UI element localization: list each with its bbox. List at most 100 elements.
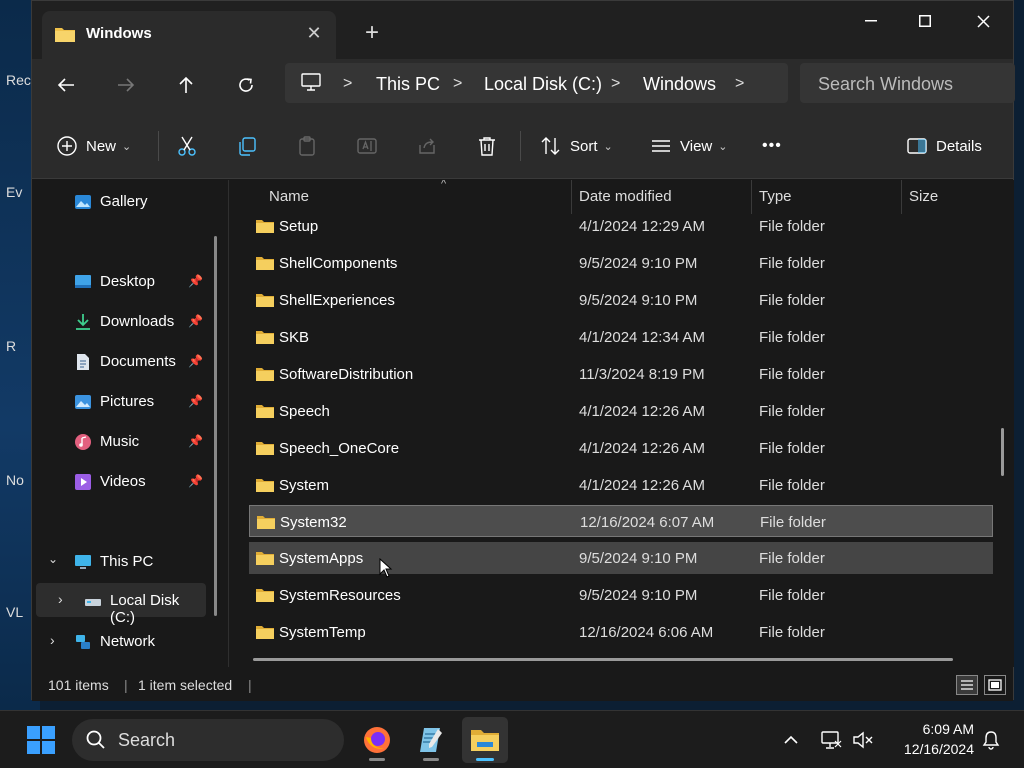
- start-button[interactable]: [18, 717, 64, 763]
- sidebar-item-pictures[interactable]: Pictures 📌: [32, 384, 206, 418]
- pin-icon[interactable]: 📌: [188, 474, 203, 488]
- horizontal-scrollbar-thumb[interactable]: [253, 658, 953, 661]
- system-clock[interactable]: 6:09 AM 12/16/2024: [886, 719, 974, 759]
- sidebar-item-documents[interactable]: Documents 📌: [32, 344, 206, 378]
- file-row[interactable]: ShellExperiences 9/5/2024 9:10 PM File f…: [249, 284, 993, 316]
- item-count: 101 items: [48, 677, 109, 693]
- file-row-selected[interactable]: System32 12/16/2024 6:07 AM File folder: [249, 505, 993, 537]
- details-view-button[interactable]: [956, 675, 978, 695]
- breadcrumb-chevron-icon[interactable]: >: [735, 75, 744, 93]
- file-name: ShellExperiences: [279, 292, 395, 309]
- column-header-date[interactable]: Date modified: [579, 188, 672, 205]
- file-row[interactable]: Speech_OneCore 4/1/2024 12:26 AM File fo…: [249, 432, 993, 464]
- navigation-pane: Gallery Desktop 📌 Downloads 📌 Documents …: [32, 180, 228, 667]
- share-button[interactable]: [416, 131, 446, 161]
- sidebar-item-videos[interactable]: Videos 📌: [32, 464, 206, 498]
- pin-icon[interactable]: 📌: [188, 314, 203, 328]
- breadcrumb-windows[interactable]: Windows: [643, 74, 716, 95]
- chevron-right-icon[interactable]: ›: [50, 632, 55, 648]
- breadcrumb-chevron-icon[interactable]: >: [611, 75, 620, 93]
- sidebar-item-music[interactable]: Music 📌: [32, 424, 206, 458]
- search-input[interactable]: Search Windows: [818, 74, 953, 95]
- file-row[interactable]: System 4/1/2024 12:26 AM File folder: [249, 469, 993, 501]
- tab-windows[interactable]: Windows ✕: [42, 11, 336, 59]
- taskbar-file-explorer[interactable]: [462, 717, 508, 763]
- taskbar-search-label: Search: [118, 730, 176, 750]
- sidebar-item-network[interactable]: › Network: [32, 624, 206, 658]
- pin-icon[interactable]: 📌: [188, 274, 203, 288]
- copy-button[interactable]: [236, 131, 266, 161]
- pin-icon[interactable]: 📌: [188, 354, 203, 368]
- folder-icon: [256, 257, 274, 270]
- close-tab-icon[interactable]: ✕: [302, 21, 326, 45]
- file-list: ^ Name Date modified Type Size Setup 4/1…: [229, 180, 1014, 667]
- network-status-button[interactable]: [814, 717, 848, 763]
- file-row-hovered[interactable]: SystemApps 9/5/2024 9:10 PM File folder: [249, 542, 993, 578]
- sidebar-item-this-pc[interactable]: ⌄ This PC: [32, 544, 206, 578]
- minimize-button[interactable]: [848, 7, 894, 35]
- file-row[interactable]: SystemResources 9/5/2024 9:10 PM File fo…: [249, 579, 993, 611]
- column-divider[interactable]: [751, 180, 752, 214]
- search-box[interactable]: Search Windows: [800, 63, 1015, 103]
- cut-button[interactable]: [176, 131, 206, 161]
- folder-icon: [256, 626, 274, 639]
- column-divider[interactable]: [571, 180, 572, 214]
- sidebar-item-gallery[interactable]: Gallery: [32, 184, 206, 218]
- delete-button[interactable]: [476, 131, 506, 161]
- chevron-down-icon[interactable]: ⌄: [48, 552, 58, 566]
- rename-button[interactable]: [356, 131, 386, 161]
- view-list-icon: [652, 140, 670, 152]
- column-header-type[interactable]: Type: [759, 188, 792, 205]
- divider: [158, 131, 159, 161]
- column-header-size[interactable]: Size: [909, 188, 938, 205]
- new-button[interactable]: New ⌄: [56, 131, 131, 161]
- refresh-button[interactable]: [228, 67, 264, 103]
- file-date: 4/1/2024 12:26 AM: [579, 403, 705, 420]
- details-button[interactable]: Details: [906, 131, 982, 161]
- address-bar[interactable]: > This PC > Local Disk (C:) > Windows >: [285, 63, 788, 103]
- volume-button[interactable]: [846, 717, 880, 763]
- file-type: File folder: [759, 403, 825, 420]
- pin-icon[interactable]: 📌: [188, 394, 203, 408]
- breadcrumb-chevron-icon[interactable]: >: [343, 75, 352, 93]
- view-button[interactable]: View ⌄: [650, 131, 727, 161]
- file-row[interactable]: Setup 4/1/2024 12:29 AM File folder: [249, 210, 993, 242]
- close-window-button[interactable]: [960, 7, 1006, 35]
- sidebar-item-local-disk[interactable]: › Local Disk (C:): [36, 583, 206, 626]
- notifications-button[interactable]: [974, 717, 1008, 763]
- vertical-scrollbar-thumb[interactable]: [1001, 428, 1004, 476]
- tiles-view-button[interactable]: [984, 675, 1006, 695]
- pin-icon[interactable]: 📌: [188, 434, 203, 448]
- breadcrumb-this-pc[interactable]: This PC: [376, 74, 440, 95]
- column-header-name[interactable]: Name: [269, 188, 309, 205]
- breadcrumb-chevron-icon[interactable]: >: [453, 75, 462, 93]
- documents-icon: [77, 354, 89, 370]
- file-row[interactable]: ShellComponents 9/5/2024 9:10 PM File fo…: [249, 247, 993, 279]
- paste-button[interactable]: [296, 131, 326, 161]
- forward-button[interactable]: [108, 67, 144, 103]
- sidebar-item-desktop[interactable]: Desktop 📌: [32, 264, 206, 298]
- chevron-down-icon: ⌄: [718, 140, 728, 153]
- taskbar-firefox[interactable]: [354, 717, 400, 763]
- file-explorer-window: Windows ✕ + > This PC > Local Disk (C:) …: [31, 0, 1015, 701]
- column-divider[interactable]: [901, 180, 902, 214]
- new-tab-button[interactable]: +: [358, 21, 386, 47]
- sidebar-item-downloads[interactable]: Downloads 📌: [32, 304, 206, 338]
- taskbar-search[interactable]: Search: [72, 719, 344, 761]
- chevron-right-icon[interactable]: ›: [58, 591, 63, 607]
- sidebar-scrollbar[interactable]: [214, 236, 217, 616]
- maximize-button[interactable]: [902, 7, 948, 35]
- file-row[interactable]: SystemTemp 12/16/2024 6:06 AM File folde…: [249, 616, 993, 648]
- file-row[interactable]: SoftwareDistribution 11/3/2024 8:19 PM F…: [249, 358, 993, 390]
- more-options-button[interactable]: •••: [762, 131, 782, 161]
- divider: [520, 131, 521, 161]
- taskbar-notepad[interactable]: [408, 717, 454, 763]
- up-button[interactable]: [168, 67, 204, 103]
- show-hidden-icons-button[interactable]: [774, 717, 808, 763]
- sort-button[interactable]: Sort ⌄: [540, 131, 613, 161]
- file-row[interactable]: SKB 4/1/2024 12:34 AM File folder: [249, 321, 993, 353]
- breadcrumb-local-disk[interactable]: Local Disk (C:): [484, 74, 602, 95]
- file-row[interactable]: Speech 4/1/2024 12:26 AM File folder: [249, 395, 993, 427]
- sidebar-item-label: Network: [100, 633, 156, 650]
- back-button[interactable]: [48, 67, 84, 103]
